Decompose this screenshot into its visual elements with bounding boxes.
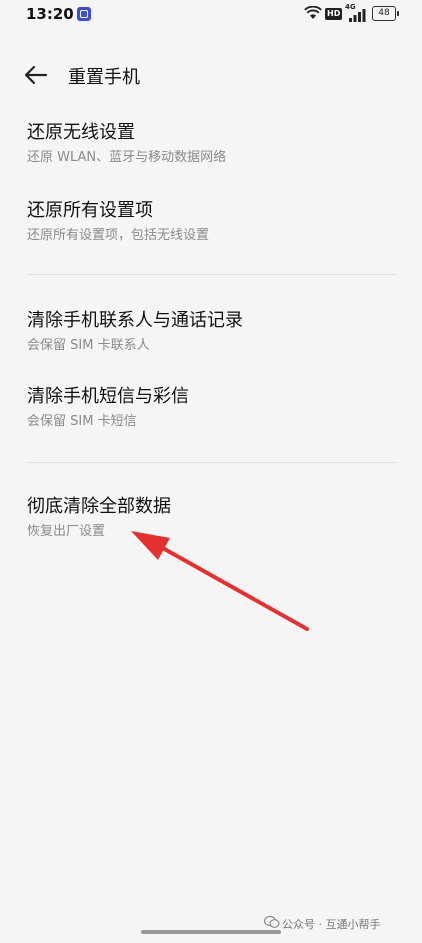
item-subtitle: 恢复出厂设置 [27,524,106,539]
item-title: 彻底清除全部数据 [27,496,171,517]
header: 重置手机 [0,55,422,95]
app-notification-icon [77,7,91,21]
clear-sms-and-mms-item[interactable]: 清除手机短信与彩信 会保留 SIM 卡短信 [27,385,397,431]
erase-all-data-item[interactable]: 彻底清除全部数据 恢复出厂设置 [27,495,397,541]
item-subtitle: 会保留 SIM 卡短信 [27,414,137,429]
signal-4g-icon: 4G [345,3,369,23]
item-title: 还原所有设置项 [27,200,153,221]
hd-badge: HD [325,8,343,20]
divider [27,462,397,463]
item-subtitle: 会保留 SIM 卡联系人 [27,338,150,353]
divider [27,274,397,275]
home-indicator[interactable] [141,930,281,934]
restore-all-settings-item[interactable]: 还原所有设置项 还原所有设置项，包括无线设置 [27,199,397,245]
clear-contacts-and-calls-item[interactable]: 清除手机联系人与通话记录 会保留 SIM 卡联系人 [27,309,397,355]
status-bar: 13:20 HD 4G 48 [0,0,422,30]
item-title: 清除手机联系人与通话记录 [27,310,243,331]
watermark: 公众号 · 互通小帮手 [282,918,381,931]
item-title: 还原无线设置 [27,122,135,143]
back-button[interactable] [22,63,50,87]
wifi-icon [304,6,322,19]
status-time: 13:20 [26,5,74,23]
item-subtitle: 还原 WLAN、蓝牙与移动数据网络 [27,150,227,165]
arrow-left-icon [24,65,48,85]
restore-wireless-settings-item[interactable]: 还原无线设置 还原 WLAN、蓝牙与移动数据网络 [27,121,397,167]
item-title: 清除手机短信与彩信 [27,386,189,407]
item-subtitle: 还原所有设置项，包括无线设置 [27,228,210,243]
battery-icon: 48 [372,6,399,21]
page-title: 重置手机 [68,67,140,88]
wechat-icon [264,915,280,928]
